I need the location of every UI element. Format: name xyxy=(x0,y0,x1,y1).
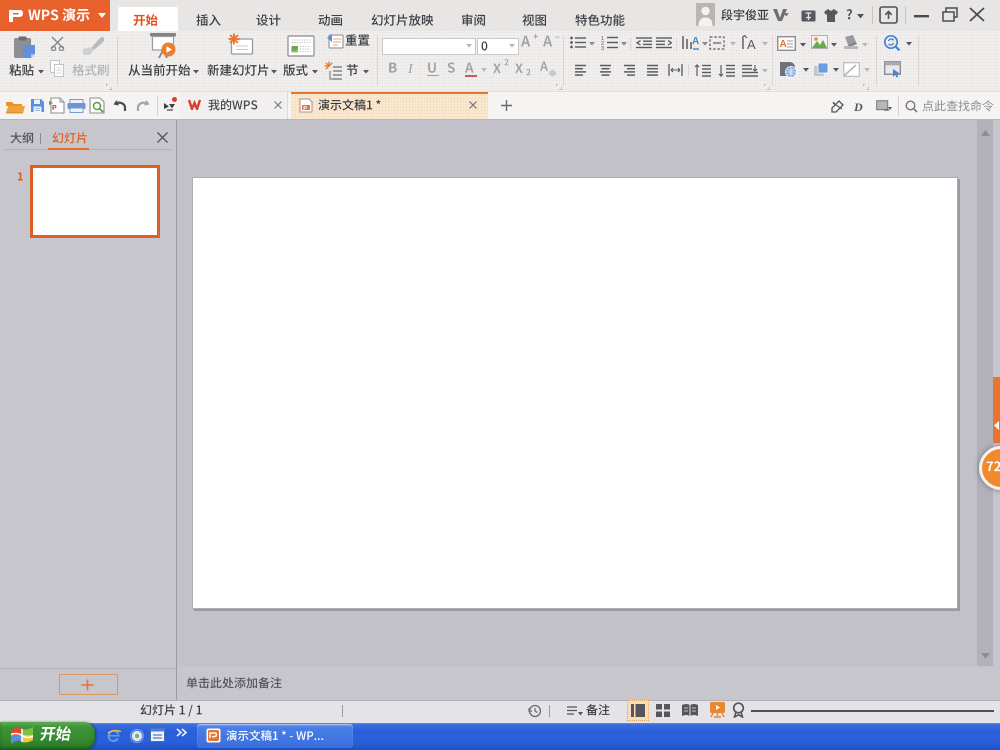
svg-text:A: A xyxy=(780,39,787,50)
svg-text:A: A xyxy=(692,36,699,47)
svg-text:3: 3 xyxy=(601,46,604,50)
svg-text:A: A xyxy=(747,37,756,51)
svg-text:P: P xyxy=(303,106,307,112)
svg-text:I: I xyxy=(408,62,414,77)
svg-text:D: D xyxy=(854,100,863,113)
svg-text:P: P xyxy=(52,105,57,112)
